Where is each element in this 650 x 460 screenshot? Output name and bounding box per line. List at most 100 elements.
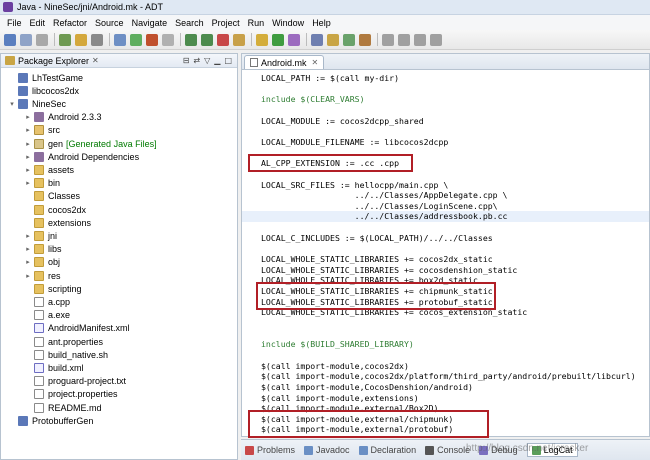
forward-icon[interactable]: [398, 33, 410, 46]
menu-source[interactable]: Source: [91, 18, 128, 28]
collapsed-arrow-icon[interactable]: ▸: [24, 166, 32, 174]
tree-item[interactable]: ▸ Android Dependencies: [24, 150, 139, 163]
package-explorer-tab[interactable]: Package Explorer ✕ ⊟ ⇄ ▽ ▁ □: [1, 54, 237, 68]
print-icon[interactable]: [36, 33, 48, 46]
back-icon[interactable]: [382, 33, 394, 46]
view-menu-icon[interactable]: ▽: [204, 56, 210, 65]
expanded-arrow-icon[interactable]: ▾: [8, 100, 16, 108]
terminate-icon[interactable]: [217, 33, 229, 46]
tree-item[interactable]: ▸ assets: [24, 163, 74, 176]
step-into-icon[interactable]: [185, 33, 197, 46]
link-editor-icon[interactable]: ⇄: [193, 56, 200, 65]
tree-item[interactable]: proguard-project.txt: [24, 375, 126, 388]
tree-item[interactable]: ▸ Android 2.3.3: [24, 111, 102, 124]
collapsed-arrow-icon[interactable]: ▸: [24, 245, 32, 253]
tree-item[interactable]: libcocos2dx: [8, 84, 79, 97]
tree-item[interactable]: build_native.sh: [24, 348, 108, 361]
menu-navigate[interactable]: Navigate: [128, 18, 172, 28]
menu-run[interactable]: Run: [244, 18, 269, 28]
tree-item[interactable]: project.properties: [24, 388, 118, 401]
run-last-icon[interactable]: [272, 33, 284, 46]
bottom-tab-problems[interactable]: Problems: [245, 445, 295, 455]
collapsed-arrow-icon[interactable]: ▸: [24, 113, 32, 121]
tree-item[interactable]: extensions: [24, 216, 91, 229]
tree-item[interactable]: ▸ libs: [24, 243, 62, 256]
close-icon[interactable]: ✕: [312, 58, 319, 67]
tree-item[interactable]: ▸ bin: [24, 177, 60, 190]
android-sdk-icon[interactable]: [59, 33, 71, 46]
code-line: ../../Classes/LoginScene.cpp\: [261, 200, 498, 211]
collapsed-arrow-icon[interactable]: ▸: [24, 126, 32, 134]
next-edit-icon[interactable]: [430, 33, 442, 46]
search-icon[interactable]: [311, 33, 323, 46]
folder-icon: [34, 178, 44, 189]
collapse-all-icon[interactable]: ⊟: [183, 56, 190, 65]
menu-help[interactable]: Help: [308, 18, 335, 28]
code-line: $(call import-module,CocosDenshion/andro…: [261, 381, 473, 392]
tree-item[interactable]: LhTestGame: [8, 71, 83, 84]
external-tools-icon[interactable]: [162, 33, 174, 46]
collapsed-arrow-icon[interactable]: ▸: [24, 153, 32, 161]
tree-item-label: src: [48, 125, 60, 136]
tree-item[interactable]: build.xml: [24, 361, 84, 374]
collapsed-arrow-icon[interactable]: ▸: [24, 258, 32, 266]
code-area[interactable]: LOCAL_PATH := $(call my-dir) include $(CL…: [242, 71, 649, 439]
tree-item[interactable]: ▸ jni: [24, 229, 57, 242]
menu-search[interactable]: Search: [171, 18, 208, 28]
lint-icon[interactable]: [91, 33, 103, 46]
tree-item-label: Android 2.3.3: [48, 112, 102, 123]
editor-tabs: Android.mk ✕: [242, 54, 649, 70]
file-icon: [34, 389, 44, 400]
new-icon[interactable]: [4, 33, 16, 46]
collapsed-arrow-icon[interactable]: ▸: [24, 140, 32, 148]
collapsed-arrow-icon[interactable]: ▸: [24, 272, 32, 280]
tree-item[interactable]: AndroidManifest.xml: [24, 322, 130, 335]
collapsed-arrow-icon[interactable]: ▸: [24, 179, 32, 187]
tree-item[interactable]: a.exe: [24, 309, 70, 322]
bottom-tab-declaration[interactable]: Declaration: [358, 445, 416, 455]
new-class-icon[interactable]: [343, 33, 355, 46]
maximize-icon[interactable]: □: [224, 56, 232, 65]
annotation-box-import-modules: [248, 409, 489, 439]
new-project-icon[interactable]: [114, 33, 126, 46]
menu-refactor[interactable]: Refactor: [49, 18, 91, 28]
editor-tab-android-mk[interactable]: Android.mk ✕: [244, 55, 325, 69]
tree-item[interactable]: ▾ NineSec: [8, 97, 66, 110]
step-over-icon[interactable]: [201, 33, 213, 46]
close-icon[interactable]: ✕: [92, 56, 99, 65]
run-icon[interactable]: [146, 33, 158, 46]
tree-item[interactable]: README.md: [24, 401, 102, 414]
tree-item[interactable]: a.cpp: [24, 295, 70, 308]
tree-item-label: jni: [48, 230, 58, 241]
prev-edit-icon[interactable]: [414, 33, 426, 46]
tree-item[interactable]: ▸ gen [Generated Java Files]: [24, 137, 157, 150]
avd-manager-icon[interactable]: [75, 33, 87, 46]
tree-item[interactable]: scripting: [24, 282, 82, 295]
open-type-icon[interactable]: [256, 33, 268, 46]
tree-item[interactable]: ProtobufferGen: [8, 414, 93, 427]
bottom-tab-javadoc[interactable]: Javadoc: [304, 445, 350, 455]
tree-item[interactable]: ▸ res: [24, 269, 61, 282]
tree-item[interactable]: Classes: [24, 190, 80, 203]
code-line: ../../Classes/AppDelegate.cpp \: [261, 190, 508, 201]
tree-item[interactable]: ▸ obj: [24, 256, 60, 269]
editor-panel: Android.mk ✕ LOCAL_PATH := $(call my-dir…: [241, 53, 650, 439]
coverage-icon[interactable]: [288, 33, 300, 46]
tree-item[interactable]: ▸ src: [24, 124, 60, 137]
menu-window[interactable]: Window: [268, 18, 308, 28]
debug-icon[interactable]: [130, 33, 142, 46]
menu-file[interactable]: File: [3, 18, 26, 28]
use-step-filters-icon[interactable]: [233, 33, 245, 46]
menu-project[interactable]: Project: [208, 18, 244, 28]
menu-edit[interactable]: Edit: [26, 18, 50, 28]
minimize-icon[interactable]: ▁: [214, 56, 220, 65]
tree-item[interactable]: ant.properties: [24, 335, 103, 348]
open-resource-icon[interactable]: [359, 33, 371, 46]
collapsed-arrow-icon[interactable]: ▸: [24, 232, 32, 240]
tree-item-label: AndroidManifest.xml: [48, 323, 130, 334]
bottom-tab-console[interactable]: Console: [425, 445, 470, 455]
javadoc-icon: [304, 445, 314, 455]
new-package-icon[interactable]: [327, 33, 339, 46]
tree-item[interactable]: cocos2dx: [24, 203, 86, 216]
save-icon[interactable]: [20, 33, 32, 46]
